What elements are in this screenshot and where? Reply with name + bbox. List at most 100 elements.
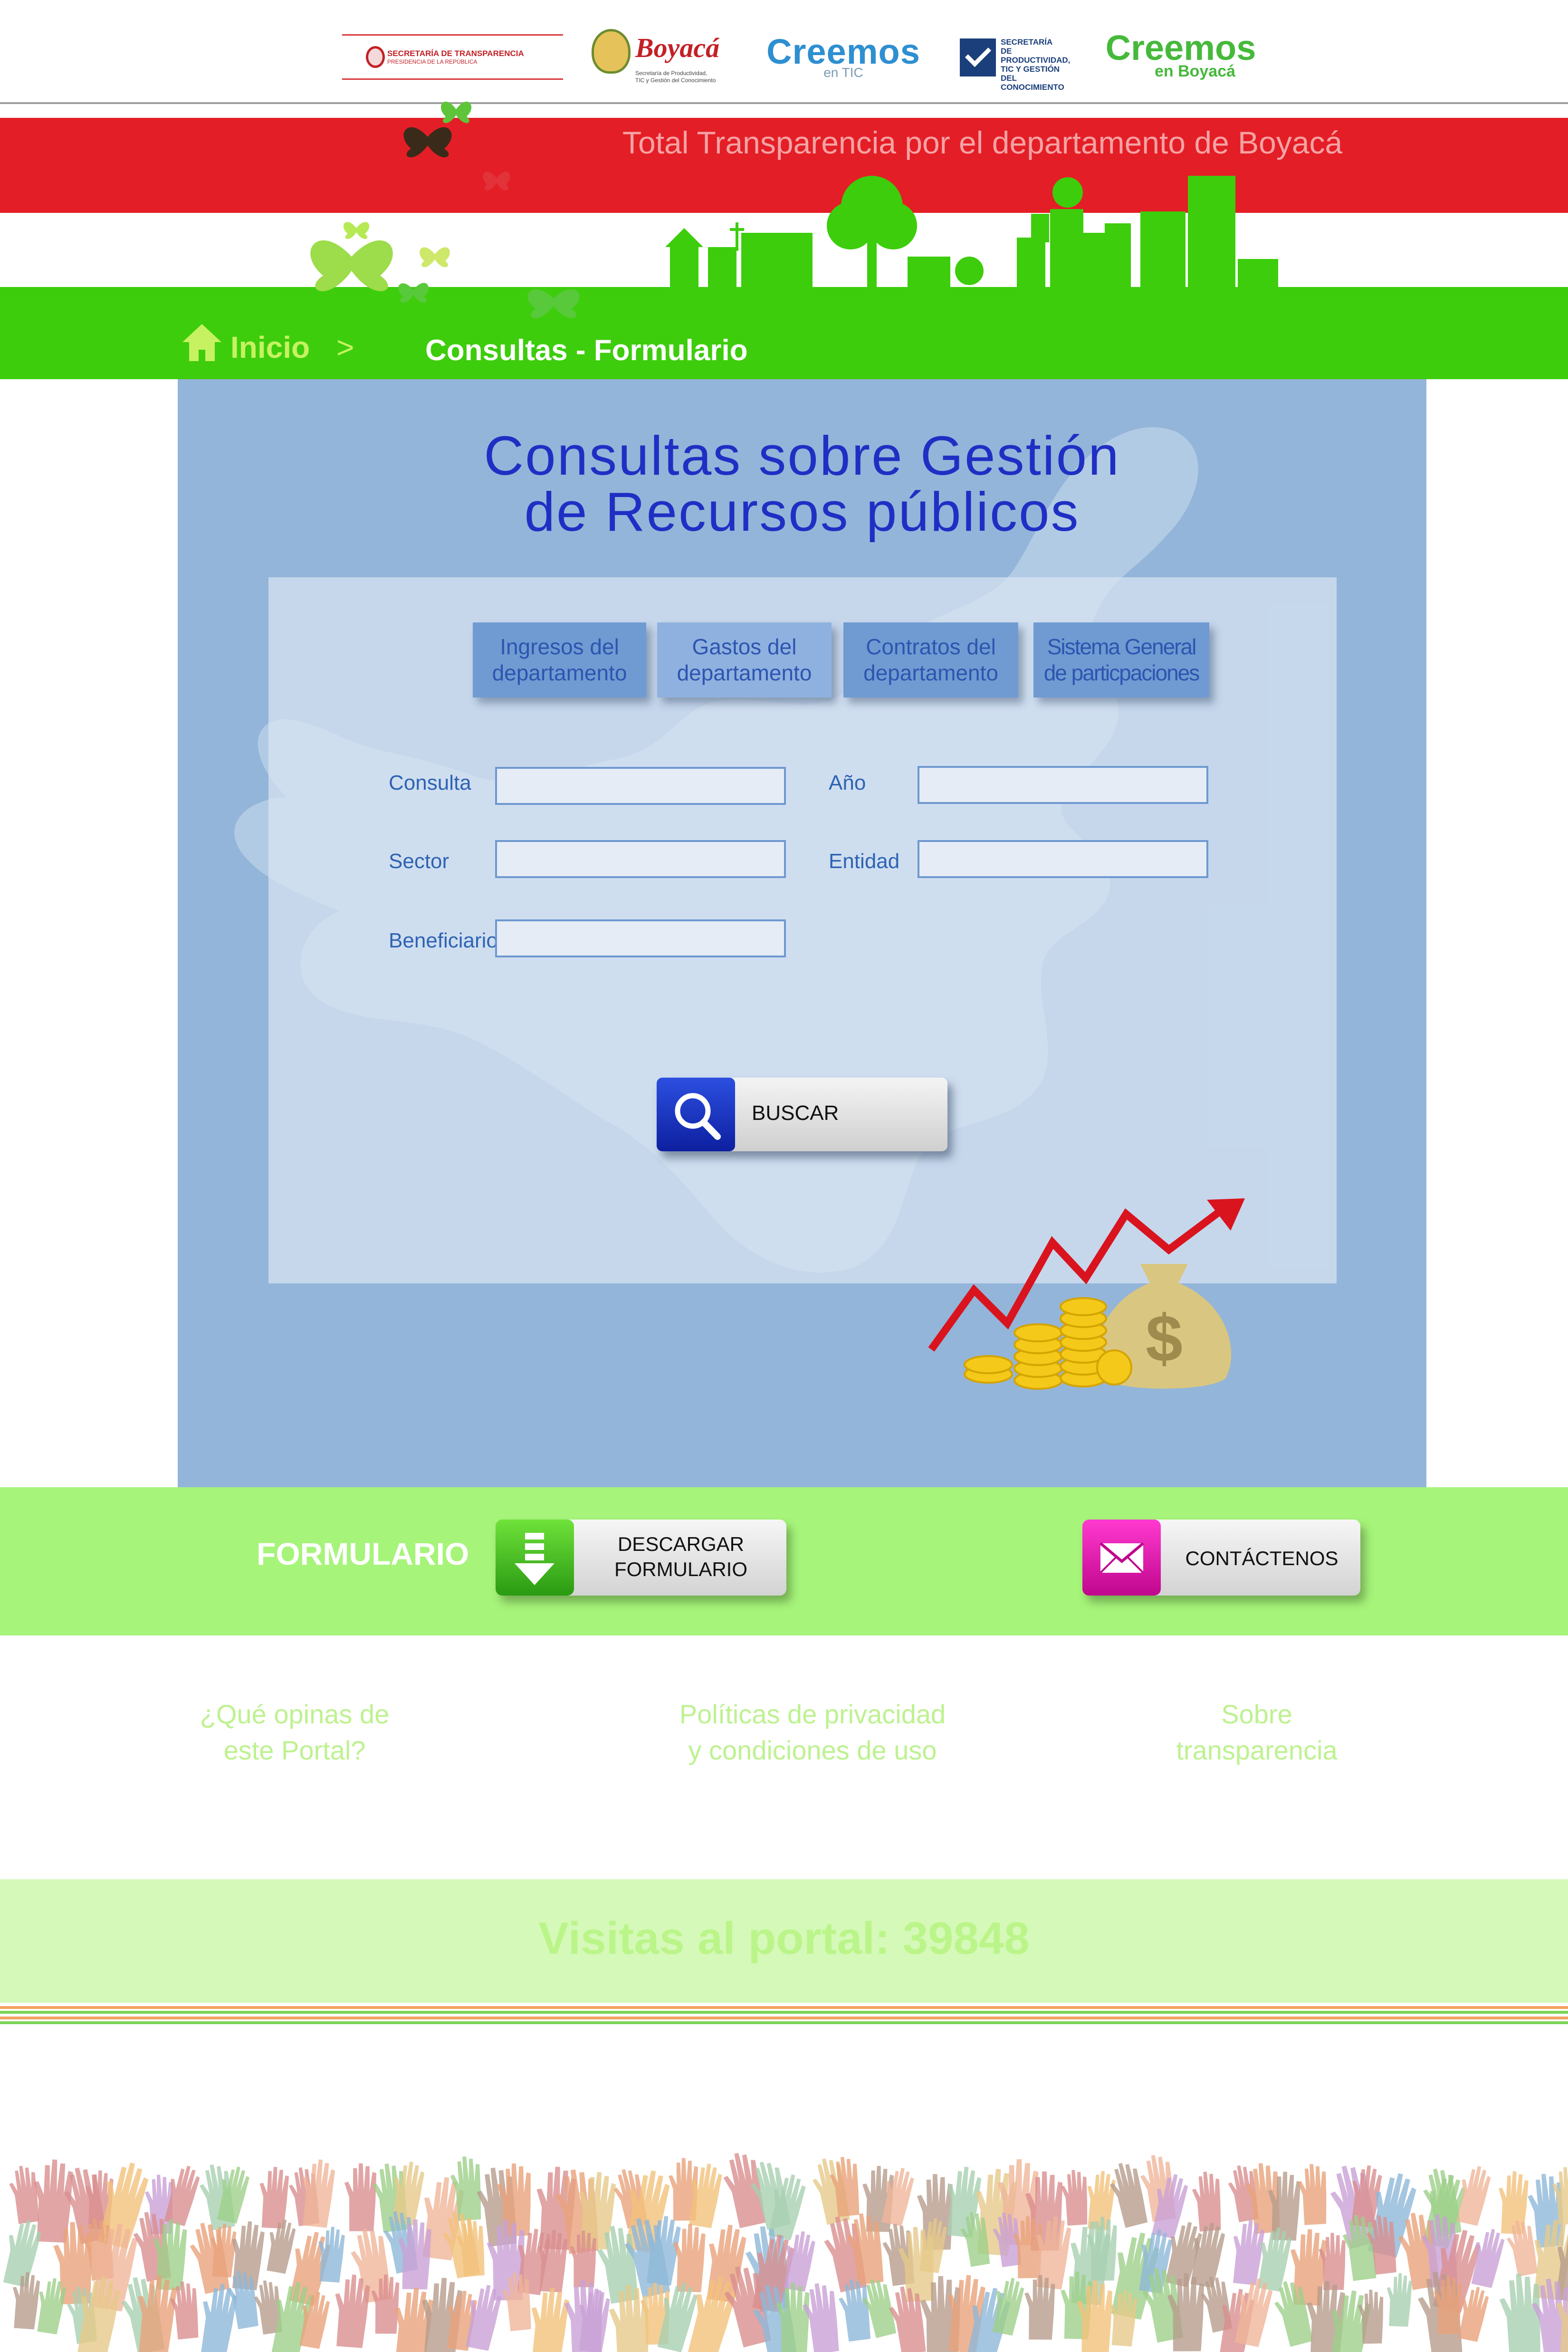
- colombia-seal-icon: [366, 46, 385, 68]
- hand-icon: [1192, 2171, 1221, 2232]
- page-title-line2: de Recursos públicos: [524, 481, 1080, 543]
- creemos-tic-sub: en TIC: [823, 65, 863, 80]
- boyaca-logo-name: Boyacá: [635, 32, 720, 63]
- hand-icon: [9, 2166, 39, 2224]
- beneficiario-label: Beneficiario: [389, 929, 498, 952]
- anio-label: Año: [829, 771, 866, 794]
- download-arrow-icon: [515, 1533, 555, 1585]
- creemos-en-tic-logo[interactable]: Creemos en TIC: [766, 25, 920, 86]
- footer-stripe: [0, 2017, 1568, 2019]
- coin-stacks-icon: [964, 1297, 1132, 1390]
- footer-stripe: [0, 2006, 1568, 2009]
- boyaca-logo-subtitle: Secretaría de Productividad, TIC y Gesti…: [635, 70, 716, 84]
- download-button-icon-box: [496, 1520, 574, 1596]
- butterfly-icon: [420, 247, 450, 268]
- breadcrumb-home-link[interactable]: Inicio: [230, 330, 310, 365]
- svg-text:$: $: [1146, 1301, 1183, 1376]
- about-link-line1: Sobre: [1221, 1699, 1292, 1729]
- secretaria-transparencia-logo[interactable]: SECRETARÍA DE TRANSPARENCIA PRESIDENCIA …: [342, 34, 563, 80]
- consulta-label: Consulta: [389, 771, 471, 794]
- secretaria-transparencia-title: SECRETARÍA DE TRANSPARENCIA: [387, 48, 524, 58]
- creemos-boyaca-name: Creemos: [1105, 28, 1256, 68]
- privacy-policy-link[interactable]: Políticas de privacidad y condiciones de…: [618, 1696, 1007, 1768]
- opinion-link-line2: este Portal?: [223, 1735, 366, 1765]
- butterfly-icon: [403, 127, 452, 158]
- opinion-link[interactable]: ¿Qué opinas de este Portal?: [152, 1696, 437, 1768]
- tab-sgp-line2: de particpaciones: [1043, 660, 1200, 685]
- privacy-link-line2: y condiciones de uso: [688, 1735, 937, 1765]
- tab-ingresos-line1: Ingresos del: [500, 634, 619, 659]
- creemos-boyaca-sub: en Boyacá: [1154, 62, 1236, 80]
- tab-gastos-line1: Gastos del: [692, 634, 797, 659]
- tab-sgp-line1: Sistema General: [1047, 634, 1197, 659]
- contact-button[interactable]: CONTÁCTENOS: [1082, 1520, 1360, 1596]
- banner-title: Total Transparencia por el departamento …: [622, 125, 1343, 160]
- beneficiario-input[interactable]: [495, 919, 786, 957]
- page-title-line1: Consultas sobre Gestión: [484, 425, 1120, 487]
- about-transparency-link[interactable]: Sobre transparencia: [1140, 1696, 1373, 1768]
- consulta-input[interactable]: [495, 767, 786, 805]
- search-button-icon-box: [657, 1078, 735, 1151]
- tab-sistema-general-participaciones[interactable]: Sistema General de particpaciones: [1033, 622, 1209, 698]
- download-label-line2: FORMULARIO: [614, 1558, 747, 1580]
- search-button[interactable]: BUSCAR: [657, 1078, 947, 1151]
- about-link-line2: transparencia: [1176, 1735, 1338, 1765]
- anio-input[interactable]: [918, 766, 1208, 804]
- download-label-line1: DESCARGAR: [617, 1533, 745, 1555]
- sector-input[interactable]: [495, 840, 786, 878]
- opinion-link-line1: ¿Qué opinas de: [200, 1699, 390, 1729]
- download-form-button[interactable]: DESCARGAR FORMULARIO: [496, 1520, 786, 1596]
- contact-button-icon-box: [1082, 1520, 1161, 1596]
- butterfly-icon: [310, 240, 393, 291]
- butterfly-icon: [483, 172, 510, 191]
- checkmark-icon: [960, 38, 996, 76]
- formulario-heading: FORMULARIO: [257, 1536, 469, 1571]
- butterfly-icon: [440, 101, 472, 124]
- hand-icon: [1087, 2170, 1116, 2230]
- secretaria-productividad-logo[interactable]: SECRETARÍA DE PRODUCTIVIDAD, TIC Y GESTI…: [960, 36, 1070, 92]
- boyaca-crest-icon: [592, 29, 631, 74]
- privacy-link-line1: Políticas de privacidad: [679, 1699, 946, 1729]
- sep-line3: TIC Y GESTIÓN DEL: [1001, 65, 1060, 83]
- sep-line2: DE PRODUCTIVIDAD,: [1001, 47, 1071, 65]
- download-button-label: DESCARGAR FORMULARIO: [588, 1532, 774, 1582]
- breadcrumb-current: Consultas - Formulario: [425, 334, 748, 367]
- sep-line1: SECRETARÍA: [1001, 38, 1053, 47]
- hand-icon: [259, 2167, 289, 2229]
- tab-contratos[interactable]: Contratos del departamento: [843, 622, 1018, 698]
- hand-icon: [344, 2163, 377, 2231]
- entidad-input[interactable]: [918, 840, 1208, 878]
- raised-hands-illustration: [3, 2152, 1568, 2352]
- search-button-label: BUSCAR: [752, 1101, 839, 1125]
- page-title: Consultas sobre Gestión de Recursos públ…: [178, 428, 1426, 540]
- tab-gastos[interactable]: Gastos del departamento: [657, 622, 832, 698]
- hand-icon: [531, 2287, 569, 2352]
- hand-icon: [1386, 2273, 1412, 2327]
- home-icon[interactable]: [181, 321, 223, 364]
- entidad-label: Entidad: [829, 850, 900, 873]
- tab-gastos-line2: departamento: [677, 660, 812, 685]
- boyaca-logo-sub1: Secretaría de Productividad,: [635, 70, 708, 76]
- tab-ingresos-line2: departamento: [492, 660, 627, 685]
- page: SECRETARÍA DE TRANSPARENCIA PRESIDENCIA …: [0, 0, 1568, 2352]
- footer-stripe: [0, 2011, 1568, 2014]
- sector-label: Sector: [389, 850, 449, 873]
- money-growth-illustration: $: [928, 1198, 1245, 1390]
- butterfly-icon: [343, 222, 370, 239]
- gobernacion-boyaca-logo[interactable]: Boyacá Secretaría de Productividad, TIC …: [592, 26, 734, 88]
- city-skyline-icon: [665, 176, 1278, 287]
- secretaria-productividad-text: SECRETARÍA DE PRODUCTIVIDAD, TIC Y GESTI…: [1001, 38, 1070, 92]
- hand-icon: [1061, 2170, 1088, 2226]
- visit-counter: Visitas al portal: 39848: [538, 1913, 1030, 1964]
- contact-button-label: CONTÁCTENOS: [1185, 1547, 1339, 1569]
- butterfly-icon: [527, 289, 580, 318]
- envelope-icon: [1100, 1542, 1144, 1574]
- butterfly-icon: [398, 283, 429, 303]
- creemos-en-boyaca-logo[interactable]: Creemos en Boyacá: [1105, 25, 1256, 86]
- tab-ingresos[interactable]: Ingresos del departamento: [473, 622, 646, 698]
- secretaria-transparencia-subtitle: PRESIDENCIA DE LA REPÚBLICA: [387, 58, 478, 65]
- magnifier-icon: [675, 1093, 721, 1140]
- hand-icon: [1298, 2164, 1327, 2225]
- tab-contratos-line1: Contratos del: [866, 634, 996, 659]
- footer-stripe: [0, 2021, 1568, 2024]
